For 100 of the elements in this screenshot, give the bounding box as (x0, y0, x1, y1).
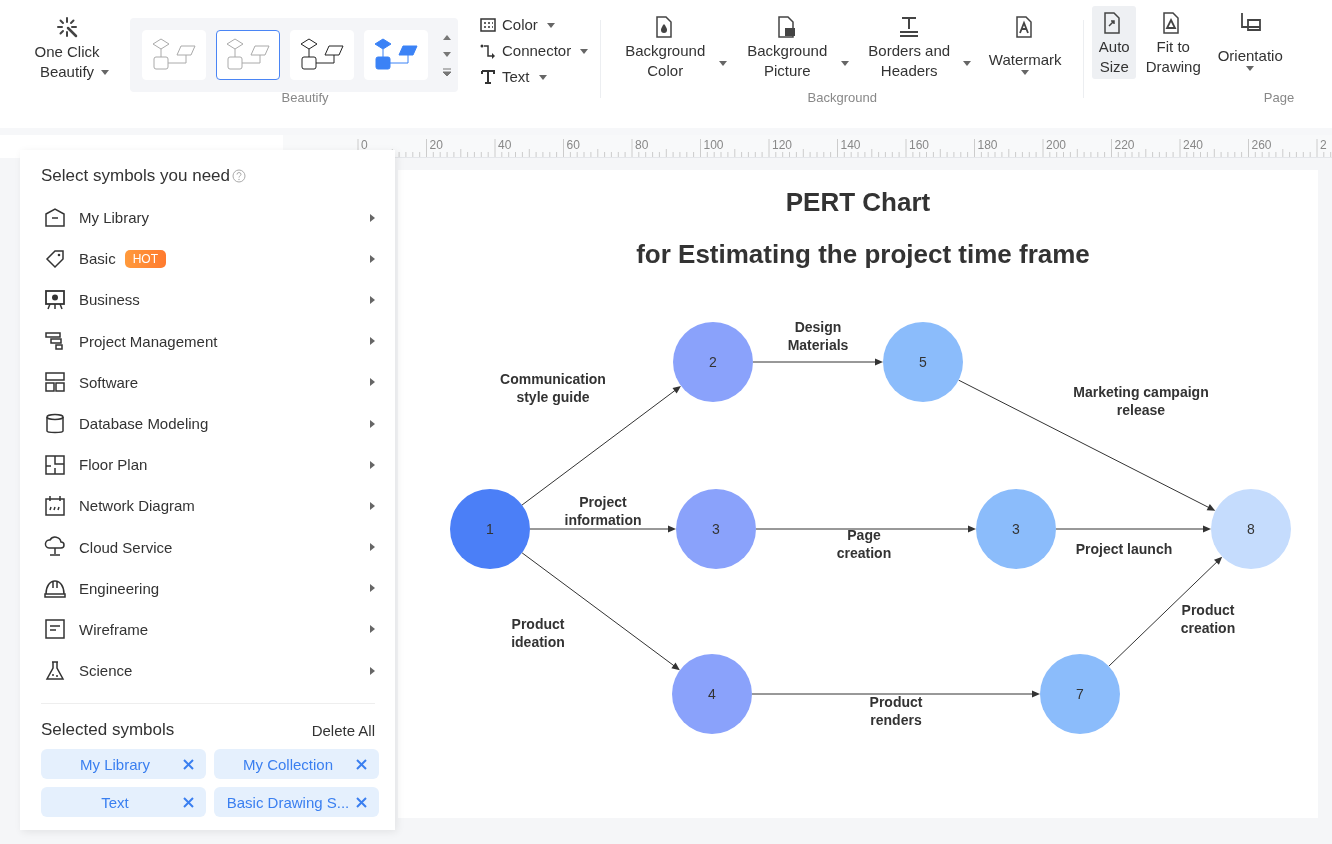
hot-badge: HOT (124, 249, 167, 268)
close-icon[interactable] (356, 796, 367, 808)
category-item[interactable]: Floor Plan (41, 444, 375, 486)
text-icon (480, 69, 496, 85)
edge-label: Project information (564, 494, 642, 528)
flask-icon (44, 659, 66, 682)
expand-arrow-icon (370, 337, 375, 346)
category-item[interactable]: Cloud Service (41, 526, 375, 568)
edge-label: Product creation (1180, 602, 1236, 636)
node-label: 3 (1012, 521, 1020, 537)
ribbon-button[interactable]: Orientatio (1210, 6, 1291, 73)
help-icon (232, 169, 246, 183)
expand-icon[interactable] (442, 67, 452, 77)
flowchart-style-icon (299, 38, 345, 72)
caret-icon (1021, 70, 1030, 75)
node-label: 3 (712, 521, 720, 537)
ribbon-button[interactable]: Background Color (615, 14, 716, 83)
ruler-label: 2 (1320, 138, 1327, 152)
caret-icon (963, 61, 972, 66)
ribbon-button[interactable]: Watermark (981, 14, 1070, 77)
connector-icon (480, 43, 496, 59)
caret-icon (719, 61, 728, 66)
edge-label: Page creation (836, 527, 892, 561)
cloud-icon (44, 536, 66, 559)
close-icon[interactable] (356, 758, 367, 770)
expand-arrow-icon (370, 625, 375, 634)
header-lines-icon (898, 16, 921, 38)
category-item[interactable]: Wireframe (41, 608, 375, 651)
ribbon-button[interactable]: Fit to Drawing (1144, 6, 1203, 79)
flowchart-style-icon (225, 38, 271, 72)
flowchart-style-icon (373, 38, 419, 72)
group-label: Background (806, 90, 878, 105)
expand-arrow-icon (370, 378, 375, 387)
category-item[interactable]: Software (41, 361, 375, 403)
category-item[interactable]: Business (41, 279, 375, 321)
node-label: 5 (919, 354, 927, 370)
ruler-label: 0 (361, 138, 368, 152)
ruler-label: 20 (429, 138, 443, 152)
orientation-icon (1238, 12, 1263, 34)
symbol-chip: Text (41, 787, 206, 818)
scroll-up-icon[interactable] (442, 33, 452, 43)
one-click-beautify-button[interactable]: One Click Beautify (24, 14, 110, 84)
ribbon-menu-button[interactable]: Text (478, 66, 591, 88)
close-icon[interactable] (183, 796, 194, 808)
category-item[interactable]: Science (41, 650, 375, 692)
category-item[interactable]: My Library (41, 197, 375, 239)
style-thumbnail[interactable] (216, 30, 280, 80)
ruler-label: 260 (1251, 138, 1272, 152)
edge-label: Project launch (1075, 541, 1173, 557)
blocks-icon (44, 371, 66, 394)
expand-arrow-icon (370, 254, 375, 263)
expand-arrow-icon (370, 584, 375, 593)
expand-arrow-icon (370, 666, 375, 675)
node-label: 7 (1076, 686, 1084, 702)
ruler-label: 60 (566, 138, 580, 152)
chart-title: PERT Chart (785, 186, 931, 218)
ribbon-button[interactable]: Borders and Headers (859, 14, 960, 83)
category-item[interactable]: Engineering (41, 567, 375, 609)
caret-icon (538, 74, 547, 80)
caret-icon (100, 70, 109, 75)
delete-all-button[interactable]: Delete All (311, 721, 375, 739)
ruler-label: 200 (1046, 138, 1067, 152)
edge-label: Marketing campaign release (1073, 384, 1209, 418)
ruler-label: 140 (840, 138, 861, 152)
ribbon-menu-button[interactable]: Color (478, 14, 591, 36)
category-item[interactable]: Basic HOT (41, 238, 375, 280)
expand-arrow-icon (370, 213, 375, 222)
hard-hat-icon (44, 577, 66, 600)
ribbon-button[interactable]: Auto Size (1092, 6, 1137, 79)
ribbon-menu-button[interactable]: Connector (478, 40, 591, 62)
ruler-label: 240 (1183, 138, 1204, 152)
floor-plan-icon (44, 453, 66, 476)
symbol-chip: Basic Drawing S... (214, 787, 379, 818)
ruler-label: 120 (772, 138, 793, 152)
ruler-label: 220 (1114, 138, 1135, 152)
gantt-icon (44, 330, 66, 353)
expand-arrow-icon (370, 501, 375, 510)
node-label: 4 (708, 686, 716, 702)
edge-label: Communication style guide (500, 371, 606, 405)
grid-icon (480, 17, 496, 33)
node-label: 2 (709, 354, 717, 370)
edge-label: Product ideation (511, 616, 565, 650)
ribbon-button[interactable]: Background Picture (737, 14, 838, 83)
group-label: Page (1262, 90, 1295, 105)
sparkle-wand-icon (56, 16, 78, 38)
caret-icon (841, 61, 850, 66)
category-item[interactable]: Network Diagram (41, 485, 375, 527)
node-label: 1 (486, 521, 494, 537)
node-label: 8 (1247, 521, 1255, 537)
symbol-chip: My Collection (214, 749, 379, 780)
group-label: Beautify (280, 90, 330, 105)
edge-label: Design Materials (787, 319, 849, 353)
close-icon[interactable] (183, 758, 194, 770)
caret-icon (1246, 66, 1255, 71)
edge-label: Product renders (869, 694, 923, 728)
ruler-label: 40 (498, 138, 512, 152)
tag-icon (44, 247, 66, 270)
category-item[interactable]: Database Modeling (41, 402, 375, 445)
category-item[interactable]: Project Management (41, 320, 375, 362)
expand-arrow-icon (370, 419, 375, 428)
